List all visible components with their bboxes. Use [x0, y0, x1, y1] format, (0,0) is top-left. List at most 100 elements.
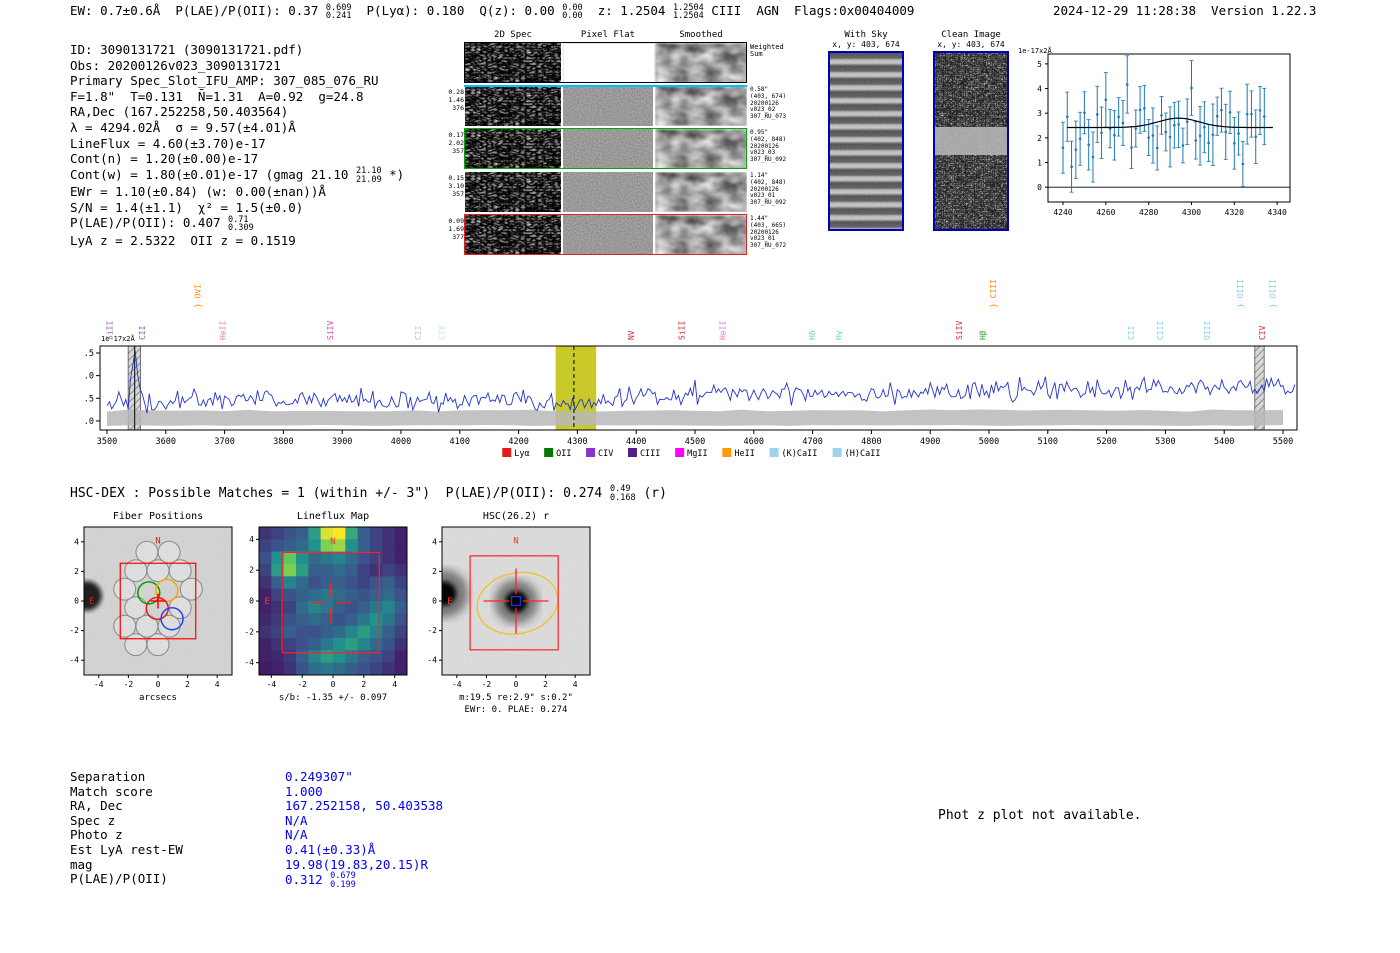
- clean-image-panel: Clean Image x, y: 403, 674: [917, 30, 1025, 231]
- svg-text:5: 5: [1037, 60, 1042, 69]
- table-row: P(LAE)/P(OII) 0.312 0.679 0.199: [70, 871, 443, 890]
- cutout-right-labels: 1.14" (402, 848) 20200126 v023_01 307_RU_092: [750, 172, 812, 207]
- svg-text:5.0: 5.0: [85, 372, 94, 382]
- legend-label: (H)CaII: [845, 449, 881, 459]
- cutout-cell-flat: [563, 172, 653, 212]
- svg-text:5000: 5000: [979, 437, 999, 447]
- cutout-cell-spec: [465, 86, 561, 126]
- stacked-fraction: 0.609 0.241: [326, 3, 352, 21]
- sky-subtracted-band: [935, 126, 1007, 156]
- east-label: E: [447, 597, 452, 607]
- svg-text:3600: 3600: [156, 437, 176, 447]
- noise-texture: [830, 53, 902, 229]
- panel-xlabel: m:19.5 re:2.9" s:0.2": [459, 693, 573, 703]
- svg-text:-2: -2: [297, 680, 307, 689]
- cutout-left-value: 2.02: [448, 139, 464, 147]
- with-sky-coords: x, y: 403, 674: [832, 40, 900, 49]
- fiber-circle: [124, 633, 148, 657]
- cutout-left-value: 3.10: [448, 182, 464, 190]
- svg-text:4240: 4240: [1053, 208, 1072, 217]
- cutout-right-label: 307_RU_072: [750, 242, 787, 250]
- info-line-text: Primary Spec_Slot_IFU_AMP: 307_085_076_R…: [70, 73, 379, 88]
- emission-line-label: CII: [138, 325, 147, 340]
- catalog-match-table: Separation 0.249307" Match score 1.000 RA, D…: [70, 769, 443, 890]
- row-label: mag: [70, 856, 93, 872]
- clean-image-coords: x, y: 403, 674: [937, 40, 1005, 49]
- emission-line-label: SiIV: [326, 321, 335, 340]
- emission-line-label: SiII: [678, 321, 687, 340]
- cutout-left-value: 1.46: [448, 96, 464, 104]
- legend-label: HeII: [734, 449, 754, 459]
- info-line: Primary Spec_Slot_IFU_AMP: 307_085_076_R…: [70, 73, 404, 89]
- fiber-circle: [146, 633, 170, 657]
- svg-text:4800: 4800: [861, 437, 881, 447]
- legend-swatch: [769, 448, 779, 457]
- panel-title: Fiber Positions: [113, 511, 203, 522]
- cutout-cell-spec: [465, 43, 561, 83]
- cutout-row: 0.17 2.02 357 0.95" (402, 848) 20200126 v023_0…: [445, 128, 815, 169]
- emission-line-label: CIV: [1258, 325, 1267, 340]
- svg-text:-2: -2: [244, 627, 254, 636]
- row-value: 167.252158, 50.403538: [285, 798, 443, 814]
- svg-text:4: 4: [432, 537, 437, 546]
- emission-line-label: HeII: [719, 321, 728, 340]
- text: 0.41(±0.33)Å: [285, 841, 376, 857]
- stacked-fraction: 1.2504 1.2504: [673, 3, 704, 21]
- svg-text:7.5: 7.5: [85, 349, 94, 359]
- row-value-text: 1.000: [285, 784, 323, 799]
- cutout-right-labels: 0.95" (402, 848) 20200126 v023_03 307_RU_092: [750, 129, 812, 164]
- stacked-fraction: 0.49 0.168: [610, 485, 636, 502]
- legend-swatch: [722, 448, 732, 457]
- summary-header: EW: 0.7±0.6Å P(LAE)/P(OII): 0.37 0.609 0.…: [70, 3, 914, 21]
- full-spectrum-chart: 3500 3600 3700 3800 3900 4000 4100 4200 4300 4400…: [79, 276, 1313, 468]
- svg-text:4320: 4320: [1225, 208, 1244, 217]
- header-segment: z: 1.2504 1.2504 1.2504: [583, 3, 704, 21]
- info-line: Cont(w) = 1.80(±0.01)e-17 (gmag 21.10 21…: [70, 167, 404, 185]
- info-line-text: Cont(n) = 1.20(±0.00)e-17: [70, 151, 258, 166]
- emission-line-label: CII: [414, 325, 423, 340]
- svg-text:5100: 5100: [1038, 437, 1058, 447]
- cutout-col-title-2dspec: 2D Spec: [494, 30, 532, 40]
- stacked-fraction: 0.71 0.309: [228, 216, 254, 233]
- cutout-left-values: 0.09 1.69 377: [445, 217, 464, 241]
- svg-text:2: 2: [1037, 134, 1042, 143]
- fraction-lower: 0.199: [330, 879, 356, 890]
- legend-label: Lyα: [514, 449, 529, 459]
- hsc-dex-summary: HSC-DEX : Possible Matches = 1 (within +…: [70, 485, 667, 502]
- legend-label: OII: [556, 449, 571, 459]
- cutout-right-labels: 1.44" (403, 665) 20200126 v023_01 307_RU_072: [750, 215, 812, 250]
- cutout-cell-smooth: [655, 172, 747, 212]
- text: RA,Dec (167.252258,50.403564): [70, 104, 289, 120]
- emission-line-label: Hδ: [808, 330, 817, 340]
- text: Cont(w) = 1.80(±0.01)e-17 (gmag 21.10: [70, 166, 356, 182]
- text: 0.312: [285, 871, 331, 887]
- svg-text:4340: 4340: [1268, 208, 1287, 217]
- text: N/A: [285, 812, 308, 828]
- row-label: Match score: [70, 783, 153, 799]
- table-row: Spec z N/A: [70, 812, 443, 829]
- info-line: F=1.8" T=0.131 N̄=1.31 A=0.92 g=24.8: [70, 89, 404, 105]
- emission-line-label: } OIII: [1236, 279, 1245, 308]
- cutout-left-value: 377: [452, 233, 464, 241]
- info-line: LineFlux = 4.60(±3.70)e-17: [70, 136, 404, 152]
- legend-label: MgII: [687, 449, 707, 459]
- cutout-row: 0.15 3.10 357 1.14" (402, 848) 20200126 v023_0…: [445, 172, 815, 212]
- svg-text:2: 2: [185, 680, 190, 689]
- info-line: ID: 3090131721 (3090131721.pdf): [70, 42, 404, 58]
- full-spectrum-svg: 3500 3600 3700 3800 3900 4000 4100 4200 4300 4400…: [79, 279, 1298, 459]
- cutout-right-labels: Weighted Sum: [750, 44, 812, 58]
- line-fit-zoom-svg: 0 1 2 3 4 5 4240 4260 4280 4300 4320 4340 1e-17x2Å: [1018, 46, 1291, 217]
- info-line: Cont(n) = 1.20(±0.00)e-17: [70, 151, 404, 167]
- svg-text:5400: 5400: [1214, 437, 1234, 447]
- with-sky-panel: With Sky x, y: 403, 674: [812, 30, 920, 231]
- info-line-text: RA,Dec (167.252258,50.403564): [70, 104, 288, 119]
- row-value-text: 0.312 0.679 0.199: [285, 871, 356, 890]
- info-line: EWr = 1.10(±0.84) (w: 0.00(±nan))Å: [70, 184, 404, 200]
- text: Obs: 20200126v023_3090131721: [70, 57, 281, 73]
- text: P(LAE)/P(OII): 0.407: [70, 215, 229, 231]
- text: ID: 3090131721 (3090131721.pdf): [70, 42, 304, 57]
- emission-line-label: Hγ: [835, 330, 844, 340]
- north-label: N: [330, 537, 335, 547]
- fiber_positions-svg: Fiber Positions -4 -4 -2 -2 0 0 2 2 4 4 arcsecs N E: [69, 511, 233, 703]
- cutout-cell-flat: [563, 86, 653, 126]
